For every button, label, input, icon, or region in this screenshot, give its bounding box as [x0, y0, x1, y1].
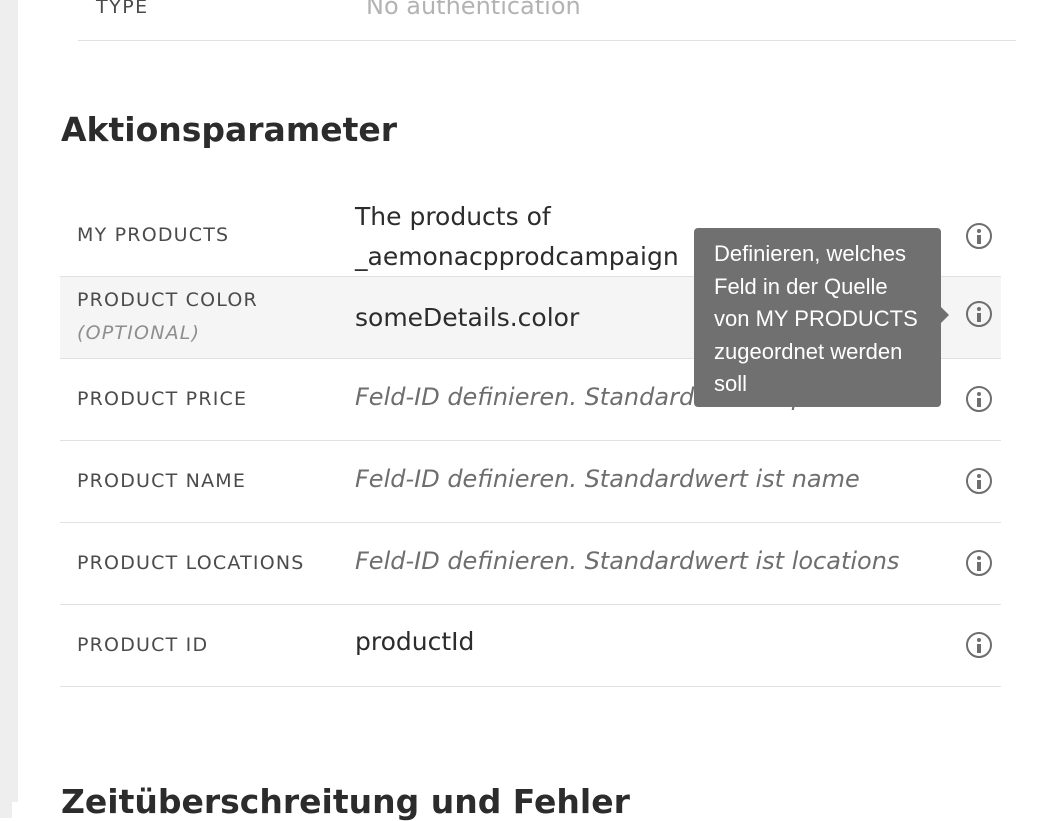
param-value-product-id[interactable]: productId: [355, 627, 474, 656]
info-icon[interactable]: [966, 468, 992, 494]
param-label-product-color: PRODUCT COLOR: [77, 289, 258, 311]
param-value-my-products-line2[interactable]: _aemonacpprodcampaign: [355, 242, 679, 271]
info-icon[interactable]: [966, 301, 992, 327]
info-icon-stem: [977, 235, 981, 244]
auth-type-row: TYPE No authentication: [78, 0, 1016, 41]
info-icon[interactable]: [966, 632, 992, 658]
param-label-product-locations: PRODUCT LOCATIONS: [77, 552, 305, 574]
info-icon-stem: [977, 398, 981, 407]
tooltip-text: Definieren, welches Feld in der Quelle v…: [714, 241, 918, 396]
param-value-product-color[interactable]: someDetails.color: [355, 303, 579, 332]
auth-type-label: TYPE: [96, 0, 149, 18]
section-title-timeout-errors: Zeitüberschreitung und Fehler: [61, 782, 630, 821]
info-icon-stem: [977, 480, 981, 489]
param-input-product-locations[interactable]: [355, 547, 935, 575]
info-icon-stem: [977, 562, 981, 571]
info-icon-dot: [977, 229, 981, 233]
info-tooltip: Definieren, welches Feld in der Quelle v…: [694, 228, 949, 407]
param-label-product-id: PRODUCT ID: [77, 634, 209, 656]
left-rail: [0, 0, 18, 818]
info-icon-dot: [977, 392, 981, 396]
info-icon[interactable]: [966, 550, 992, 576]
param-label-product-price: PRODUCT PRICE: [77, 388, 248, 410]
info-icon-stem: [977, 644, 981, 653]
param-row-product-id: PRODUCT ID productId: [60, 605, 1001, 687]
info-icon-dot: [977, 307, 981, 311]
param-row-product-locations: PRODUCT LOCATIONS: [60, 523, 1001, 605]
info-icon[interactable]: [966, 223, 992, 249]
tooltip-pointer: [940, 306, 949, 324]
param-value-my-products-line1[interactable]: The products of: [355, 202, 551, 231]
param-input-product-name[interactable]: [355, 465, 935, 493]
param-label-my-products: MY PRODUCTS: [77, 224, 230, 246]
info-icon-stem: [977, 313, 981, 322]
auth-type-value: No authentication: [366, 0, 581, 20]
info-icon-dot: [977, 474, 981, 478]
info-icon[interactable]: [966, 386, 992, 412]
section-title-action-params: Aktionsparameter: [61, 110, 398, 149]
info-icon-dot: [977, 638, 981, 642]
action-config-panel: TYPE No authentication Aktionsparameter …: [18, 0, 1060, 821]
param-sublabel-optional: (OPTIONAL): [77, 322, 201, 344]
param-row-product-name: PRODUCT NAME: [60, 441, 1001, 523]
param-label-product-name: PRODUCT NAME: [77, 470, 247, 492]
info-icon-dot: [977, 556, 981, 560]
